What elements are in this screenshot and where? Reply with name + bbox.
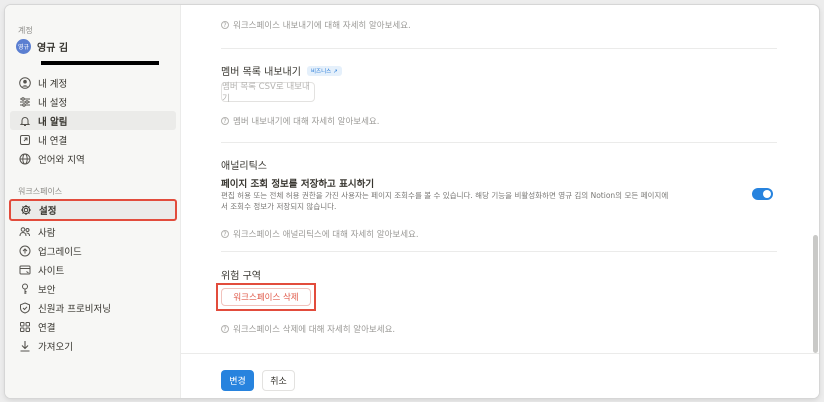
question-icon: ? bbox=[221, 117, 229, 125]
account-section-label: 계정 bbox=[18, 26, 33, 35]
export-members-csv-button[interactable]: 멤버 목록 CSV로 내보내기 bbox=[221, 82, 315, 104]
sidebar-item-label: 내 연결 bbox=[38, 135, 68, 147]
question-icon: ? bbox=[221, 230, 229, 238]
danger-zone-title: 위험 구역 bbox=[221, 271, 261, 282]
analytics-help-link[interactable]: ? 워크스페이스 애널리틱스에 대해 자세히 알아보세요. bbox=[221, 228, 419, 240]
sidebar-item-label: 보안 bbox=[38, 284, 56, 296]
export-help-link[interactable]: ? 워크스페이스 내보내기에 대해 자세히 알아보세요. bbox=[221, 19, 411, 31]
question-icon: ? bbox=[221, 325, 229, 333]
divider bbox=[221, 142, 777, 143]
download-icon bbox=[18, 339, 32, 353]
site-icon bbox=[18, 263, 32, 277]
settings-window: 계정 영규 영규 김 내 계정 내 설정 내 알림 내 연결 언어와 지역 워크… bbox=[5, 5, 819, 398]
sliders-icon bbox=[18, 95, 32, 109]
page-view-toggle[interactable] bbox=[752, 188, 773, 200]
sidebar-item-settings[interactable]: 설정 bbox=[9, 199, 177, 221]
sidebar-item-my-notifications[interactable]: 내 알림 bbox=[10, 111, 176, 130]
scrollbar[interactable] bbox=[811, 5, 819, 353]
sidebar-item-label: 사람 bbox=[38, 227, 56, 239]
sidebar-item-label: 업그레이드 bbox=[38, 246, 82, 258]
sidebar-item-label: 가져오기 bbox=[38, 341, 73, 353]
avatar: 영규 bbox=[16, 39, 31, 54]
sidebar-item-label: 신원과 프로비저닝 bbox=[38, 303, 111, 315]
cancel-button[interactable]: 취소 bbox=[262, 370, 295, 391]
sidebar-item-my-connections[interactable]: 내 연결 bbox=[10, 130, 176, 149]
sidebar-item-import[interactable]: 가져오기 bbox=[10, 336, 176, 355]
sidebar-item-connections[interactable]: 연결 bbox=[10, 317, 176, 336]
sidebar-item-my-settings[interactable]: 내 설정 bbox=[10, 92, 176, 111]
page-view-setting-description: 편집 허용 또는 전체 허용 권한을 가진 사용자는 페이지 조회수를 볼 수 … bbox=[221, 191, 669, 211]
save-button[interactable]: 변경 bbox=[221, 370, 254, 391]
key-icon bbox=[18, 282, 32, 296]
member-export-title: 멤버 목록 내보내기 비즈니스 ↗ bbox=[221, 63, 342, 78]
user-circle-icon bbox=[18, 76, 32, 90]
scrollbar-thumb[interactable] bbox=[813, 235, 818, 353]
shield-check-icon bbox=[18, 301, 32, 315]
sidebar-item-label: 내 계정 bbox=[38, 78, 68, 90]
user-profile: 영규 영규 김 bbox=[16, 39, 68, 54]
user-name: 영규 김 bbox=[37, 43, 69, 54]
upgrade-icon bbox=[18, 244, 32, 258]
sidebar-item-identity-provisioning[interactable]: 신원과 프로비저닝 bbox=[10, 298, 176, 317]
settings-footer: 변경 취소 bbox=[181, 353, 819, 398]
external-link-icon bbox=[18, 133, 32, 147]
redacted-email bbox=[41, 61, 159, 65]
sidebar-item-label: 연결 bbox=[38, 322, 56, 334]
sidebar-item-label: 내 설정 bbox=[38, 97, 68, 109]
analytics-title: 애널리틱스 bbox=[221, 161, 267, 172]
gear-icon bbox=[19, 203, 33, 217]
globe-icon bbox=[18, 152, 32, 166]
question-icon: ? bbox=[221, 21, 229, 29]
delete-workspace-button[interactable]: 워크스페이스 삭제 bbox=[221, 288, 311, 306]
workspace-section-label: 워크스페이스 bbox=[18, 187, 63, 196]
settings-content: ? 워크스페이스 내보내기에 대해 자세히 알아보세요. 멤버 목록 내보내기 … bbox=[181, 5, 819, 398]
sidebar-item-upgrade[interactable]: 업그레이드 bbox=[10, 241, 176, 260]
people-icon bbox=[18, 225, 32, 239]
sidebar-item-label: 언어와 지역 bbox=[38, 154, 85, 166]
bell-icon bbox=[18, 114, 32, 128]
toggle-knob bbox=[763, 190, 771, 198]
sidebar-item-people[interactable]: 사람 bbox=[10, 222, 176, 241]
sidebar-item-security[interactable]: 보안 bbox=[10, 279, 176, 298]
page-view-setting-title: 페이지 조회 정보를 저장하고 표시하기 bbox=[221, 179, 375, 190]
member-export-help-link[interactable]: ? 멤버 내보내기에 대해 자세히 알아보세요. bbox=[221, 115, 379, 127]
sidebar-item-language-region[interactable]: 언어와 지역 bbox=[10, 149, 176, 168]
settings-sidebar: 계정 영규 영규 김 내 계정 내 설정 내 알림 내 연결 언어와 지역 워크… bbox=[5, 5, 181, 398]
divider bbox=[221, 251, 777, 252]
sidebar-item-my-account[interactable]: 내 계정 bbox=[10, 73, 176, 92]
divider bbox=[221, 48, 777, 49]
delete-workspace-help-link[interactable]: ? 워크스페이스 삭제에 대해 자세히 알아보세요. bbox=[221, 323, 395, 335]
grid-icon bbox=[18, 320, 32, 334]
sidebar-item-label: 설정 bbox=[39, 206, 57, 217]
sidebar-item-sites[interactable]: 사이트 bbox=[10, 260, 176, 279]
business-badge[interactable]: 비즈니스 ↗ bbox=[306, 65, 342, 76]
sidebar-item-label: 내 알림 bbox=[38, 116, 68, 128]
sidebar-item-label: 사이트 bbox=[38, 265, 65, 277]
